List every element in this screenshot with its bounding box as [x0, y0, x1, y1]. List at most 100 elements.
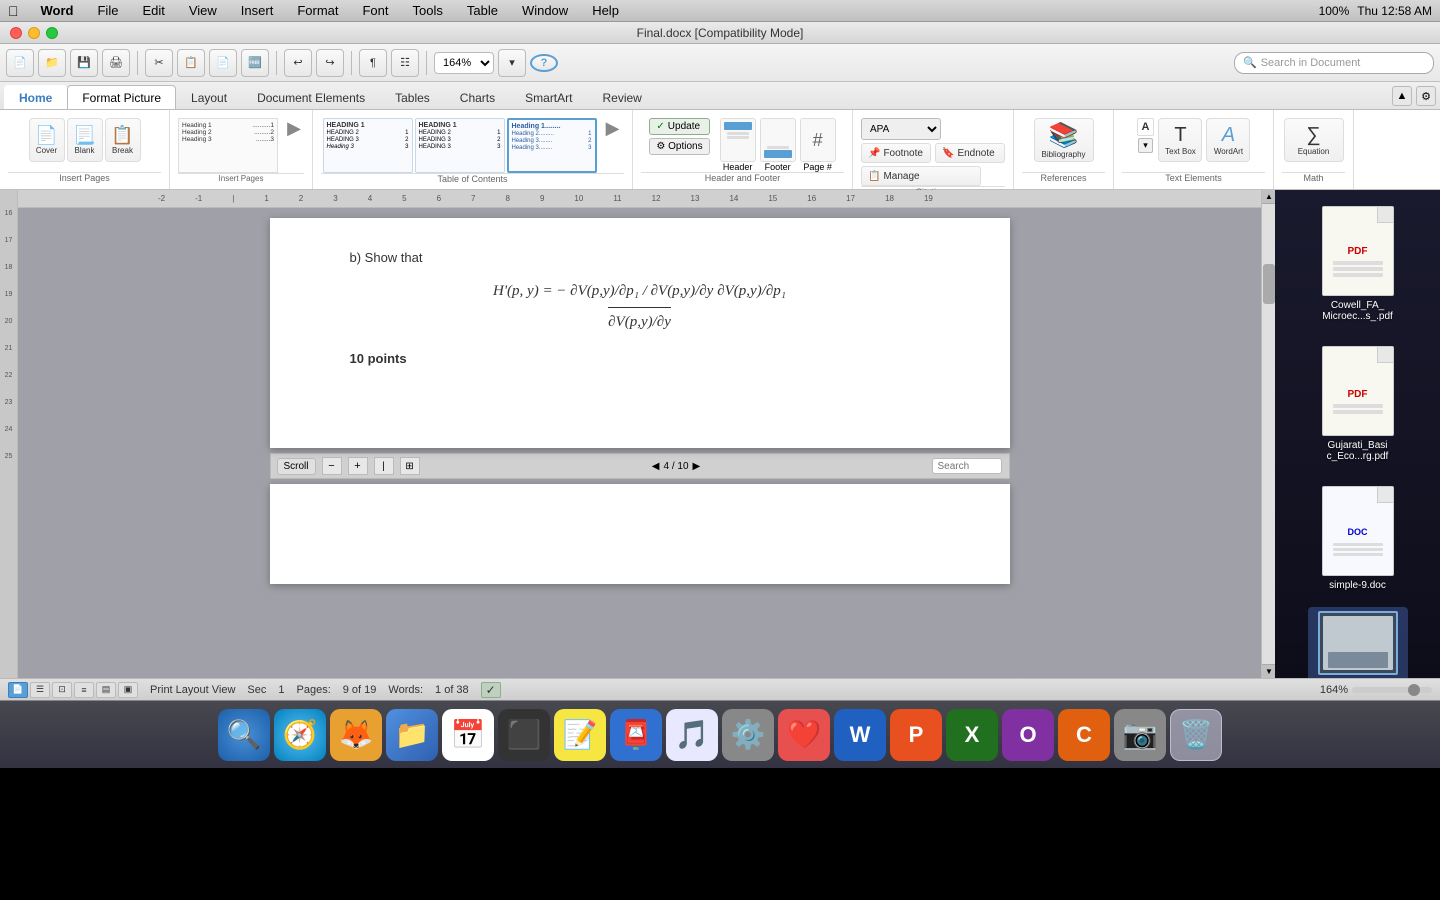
- dock-notes[interactable]: 📝: [554, 709, 606, 761]
- blank-button[interactable]: 📃 Blank: [67, 118, 103, 162]
- show-formatting[interactable]: ¶: [359, 49, 387, 77]
- list-view-btn[interactable]: ☰: [30, 682, 50, 698]
- minimize-button[interactable]: [28, 27, 40, 39]
- dock-photos[interactable]: 📷: [1114, 709, 1166, 761]
- toc-preview[interactable]: Heading 1..........1 Heading 2.........2…: [178, 118, 278, 173]
- focus-view-btn[interactable]: ▣: [118, 682, 138, 698]
- apple-menu[interactable]: : [8, 3, 19, 19]
- heading-style-3[interactable]: Heading 1........ Heading 2.........1 He…: [507, 118, 597, 173]
- menu-file[interactable]: File: [91, 3, 124, 18]
- save-button[interactable]: 💾: [70, 49, 98, 77]
- format-painter[interactable]: 🆓: [241, 49, 269, 77]
- menu-word[interactable]: Word: [35, 3, 80, 18]
- textbox-button[interactable]: T Text Box: [1158, 118, 1202, 162]
- heading-style-1[interactable]: HEADING 1 HEADING 21 HEADING 32 Heading …: [323, 118, 413, 173]
- font-dropdown[interactable]: ▾: [1138, 138, 1153, 153]
- dock-safari[interactable]: 🧭: [274, 709, 326, 761]
- scroll-down-arrow[interactable]: ▼: [1262, 664, 1276, 678]
- menu-window[interactable]: Window: [516, 3, 574, 18]
- dock-app2[interactable]: ❤️: [778, 709, 830, 761]
- vertical-scrollbar[interactable]: ▲ ▼: [1261, 190, 1275, 678]
- equation-button[interactable]: ∑ Equation: [1284, 118, 1344, 162]
- document-search-box[interactable]: 🔍 Search in Document: [1234, 52, 1434, 74]
- zoom-slider-thumb[interactable]: [1408, 684, 1420, 696]
- tab-document-elements[interactable]: Document Elements: [242, 85, 380, 109]
- maximize-button[interactable]: [46, 27, 58, 39]
- undo-button[interactable]: ↩: [284, 49, 312, 77]
- paste-button[interactable]: 📄: [209, 49, 237, 77]
- desktop-file-cowell[interactable]: PDF Cowell_FA_Microec...s_.pdf: [1308, 198, 1408, 330]
- dock-mail[interactable]: 📮: [610, 709, 662, 761]
- hf-options-button[interactable]: ⚙ Options: [649, 138, 709, 155]
- ribbon-collapse-btn[interactable]: ▲: [1392, 86, 1412, 106]
- new-button[interactable]: 📄: [6, 49, 34, 77]
- print-layout-btn[interactable]: 📄: [8, 682, 28, 698]
- zoom-plus-btn[interactable]: +: [348, 457, 368, 475]
- dock-itunes[interactable]: 🎵: [666, 709, 718, 761]
- menu-tools[interactable]: Tools: [407, 3, 449, 18]
- zoom-minus-btn[interactable]: −: [322, 457, 342, 475]
- menu-format[interactable]: Format: [291, 3, 344, 18]
- dock-settings[interactable]: ⚙️: [722, 709, 774, 761]
- prev-page-btn[interactable]: ◀: [652, 461, 660, 472]
- footnote-button[interactable]: 📌 Footnote: [861, 143, 931, 163]
- help-button[interactable]: ?: [530, 54, 558, 72]
- tab-format-picture[interactable]: Format Picture: [67, 85, 176, 109]
- page-search-input[interactable]: [932, 458, 1002, 474]
- heading-style-2[interactable]: HEADING 1 HEADING 21 HEADING 32 HEADING …: [415, 118, 505, 173]
- tab-smartart[interactable]: SmartArt: [510, 85, 587, 109]
- dock-files[interactable]: 📁: [386, 709, 438, 761]
- dock-finder[interactable]: 🔍: [218, 709, 270, 761]
- footer-button[interactable]: Footer: [760, 118, 796, 172]
- manage-button[interactable]: 📋 Manage: [861, 166, 981, 186]
- zoom-slider[interactable]: [1352, 687, 1432, 693]
- scroll-thumb[interactable]: [1263, 264, 1275, 304]
- menu-table[interactable]: Table: [461, 3, 504, 18]
- cover-button[interactable]: 📄 Cover: [29, 118, 65, 162]
- next-page-btn[interactable]: ▶: [693, 461, 701, 472]
- menu-edit[interactable]: Edit: [136, 3, 170, 18]
- tab-charts[interactable]: Charts: [445, 85, 510, 109]
- desktop-screenshot-1[interactable]: Screen Shot2013...8 AM: [1308, 607, 1408, 678]
- dock-onenote[interactable]: O: [1002, 709, 1054, 761]
- update-button[interactable]: ✓ Update: [649, 118, 709, 135]
- toc-nav-arrow[interactable]: ▶: [287, 118, 301, 139]
- endnote-button[interactable]: 🔖 Endnote: [935, 143, 1005, 163]
- tab-tables[interactable]: Tables: [380, 85, 445, 109]
- track-changes-indicator[interactable]: ✓: [481, 682, 501, 698]
- wordart-button[interactable]: A WordArt: [1206, 118, 1250, 162]
- dock-powerpoint[interactable]: P: [890, 709, 942, 761]
- menu-help[interactable]: Help: [586, 3, 625, 18]
- zoom-stepper[interactable]: ▾: [498, 49, 526, 77]
- open-button[interactable]: 📁: [38, 49, 66, 77]
- dock-app1[interactable]: ⬛: [498, 709, 550, 761]
- redo-button[interactable]: ↪: [316, 49, 344, 77]
- header-button[interactable]: Header: [720, 118, 756, 172]
- document-page-1[interactable]: b) Show that H'(p, y) = − ∂V(p,y)/∂p₁ / …: [270, 218, 1010, 448]
- break-button[interactable]: 📋 Break: [105, 118, 141, 162]
- desktop-file-gujarati[interactable]: PDF Gujarati_Basic_Eco...rg.pdf: [1308, 338, 1408, 470]
- dock-excel[interactable]: X: [946, 709, 998, 761]
- zoom-selector[interactable]: 164%: [434, 52, 494, 74]
- page-number-button[interactable]: # Page #: [800, 118, 836, 172]
- menu-font[interactable]: Font: [356, 3, 394, 18]
- grid-view-btn[interactable]: ⊞: [400, 457, 420, 475]
- dock-calendar[interactable]: 📅: [442, 709, 494, 761]
- close-button[interactable]: [10, 27, 22, 39]
- bibliography-button[interactable]: 📚 Bibliography: [1034, 118, 1094, 162]
- document-page-2[interactable]: [270, 484, 1010, 584]
- column-view-btn[interactable]: ▤: [96, 682, 116, 698]
- dock-word[interactable]: W: [834, 709, 886, 761]
- cut-button[interactable]: ✂: [145, 49, 173, 77]
- tab-layout[interactable]: Layout: [176, 85, 242, 109]
- view-mode-btn[interactable]: |: [374, 457, 394, 475]
- dock-office[interactable]: C: [1058, 709, 1110, 761]
- desktop-file-simple[interactable]: DOC simple-9.doc: [1308, 478, 1408, 599]
- tab-home[interactable]: Home: [4, 85, 67, 109]
- copy-button[interactable]: 📋: [177, 49, 205, 77]
- menu-insert[interactable]: Insert: [235, 3, 280, 18]
- view-options[interactable]: ☷: [391, 49, 419, 77]
- print-button[interactable]: 🖨: [102, 49, 130, 77]
- citation-style-select[interactable]: APA: [861, 118, 941, 140]
- ribbon-settings-btn[interactable]: ⚙: [1416, 86, 1436, 106]
